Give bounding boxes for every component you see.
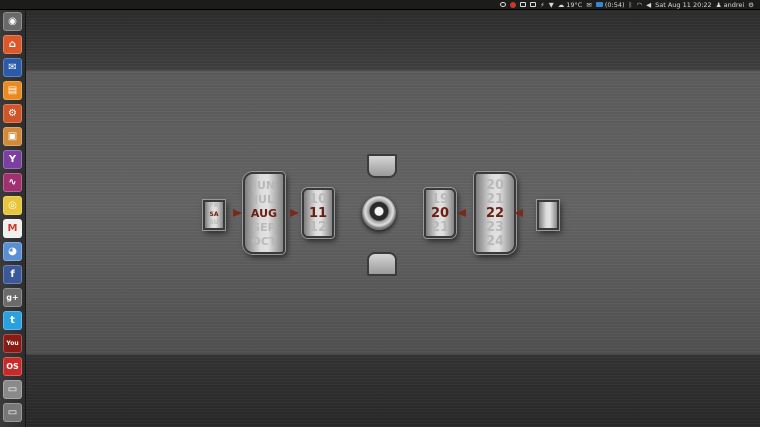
battery-icon[interactable]: (0:54): [595, 0, 625, 10]
date-drum[interactable]: 10 11 12: [302, 188, 334, 238]
launcher-gmail-icon[interactable]: M: [3, 219, 22, 238]
hour-current: 20: [430, 206, 450, 221]
launcher-trash-icon[interactable]: ▭: [3, 403, 22, 422]
mail-icon[interactable]: ✉: [586, 0, 591, 10]
hour-drum[interactable]: 19 20 21: [424, 188, 456, 238]
clock-label[interactable]: Sat Aug 11 20:22: [655, 0, 712, 10]
launcher-twitter-icon[interactable]: t: [3, 311, 22, 330]
minute-drum[interactable]: 20 21 22 23 24: [474, 172, 516, 254]
ubuntu-one-icon[interactable]: [500, 0, 507, 10]
bottom-cup-decoration: [367, 252, 397, 276]
month-drum[interactable]: JUN JUL AUG SEP OCT: [243, 172, 285, 254]
launcher-facebook-icon[interactable]: f: [3, 265, 22, 284]
day-pointer-arrow: [233, 209, 242, 217]
bolt-icon[interactable]: ⚡: [540, 0, 545, 10]
launcher-software-center-icon[interactable]: ▣: [3, 127, 22, 146]
launcher: ◉ ⌂ ✉ ▤ ⚙ ▣ Y ∿ ◎ M ◕ f g+ t You OS ▭ ▭: [0, 10, 26, 427]
hour-pointer-arrow: [457, 209, 466, 217]
day-next: SU: [209, 219, 219, 226]
wifi-icon[interactable]: ◠: [636, 0, 642, 10]
day-current: SA: [209, 211, 219, 218]
launcher-google-plus-icon[interactable]: g+: [3, 288, 22, 307]
top-cup-decoration: [367, 154, 397, 178]
day-prev: FR: [209, 202, 219, 209]
battery-label: (0:54): [604, 0, 625, 9]
day-drum[interactable]: FR SA SU: [203, 200, 225, 230]
minute-current: 22: [485, 206, 505, 221]
date-item: 12: [308, 220, 328, 235]
month-item: JUL: [253, 193, 275, 206]
center-knob[interactable]: [362, 196, 396, 230]
minute-item: 20: [485, 178, 505, 193]
hour-item: 21: [430, 220, 450, 235]
month-pointer-arrow: [290, 209, 299, 217]
minute-item: 21: [485, 192, 505, 207]
bluetooth-icon[interactable]: ᛒ: [629, 0, 633, 10]
clipboard-icon[interactable]: [520, 0, 527, 10]
minute-item: 23: [485, 220, 505, 235]
launcher-office-icon[interactable]: ▤: [3, 81, 22, 100]
launcher-youtube-icon[interactable]: You: [3, 334, 22, 353]
shield-icon[interactable]: ▼: [549, 0, 554, 10]
volume-icon[interactable]: ◀: [646, 0, 651, 10]
seconds-drum[interactable]: [537, 200, 559, 230]
launcher-os-icon[interactable]: OS: [3, 357, 22, 376]
launcher-dash-home-icon[interactable]: ◉: [3, 12, 22, 31]
minute-pointer-arrow: [514, 209, 523, 217]
user-menu[interactable]: ♟ andrei: [716, 0, 744, 10]
launcher-settings-icon[interactable]: ⚙: [3, 104, 22, 123]
launcher-yahoo-icon[interactable]: Y: [3, 150, 22, 169]
user-label: andrei: [723, 0, 745, 9]
display-icon[interactable]: [530, 0, 537, 10]
date-item: 10: [308, 192, 328, 207]
user-icon: ♟: [715, 0, 722, 9]
gear-icon[interactable]: ⚙: [748, 0, 754, 10]
temperature-label: 19°C: [566, 0, 583, 9]
launcher-thunderbird-icon[interactable]: ✉: [3, 58, 22, 77]
launcher-pc-icon[interactable]: ▭: [3, 380, 22, 399]
launcher-reddit-icon[interactable]: ◕: [3, 242, 22, 261]
date-current: 11: [308, 206, 328, 221]
month-item: JUN: [252, 179, 276, 192]
top-panel: ⚡ ▼ ☁ 19°C ✉ (0:54) ᛒ ◠ ◀ Sat Aug 11 20:…: [0, 0, 760, 10]
weather-icon[interactable]: ☁ 19°C: [558, 0, 583, 10]
launcher-system-monitor-icon[interactable]: ∿: [3, 173, 22, 192]
month-item: OCT: [251, 235, 277, 248]
launcher-home-folder-icon[interactable]: ⌂: [3, 35, 22, 54]
launcher-chrome-icon[interactable]: ◎: [3, 196, 22, 215]
month-current: AUG: [250, 207, 278, 220]
minute-item: 24: [485, 234, 505, 249]
month-item: SEP: [252, 221, 276, 234]
red-app-icon[interactable]: [510, 0, 517, 10]
hour-item: 19: [430, 192, 450, 207]
